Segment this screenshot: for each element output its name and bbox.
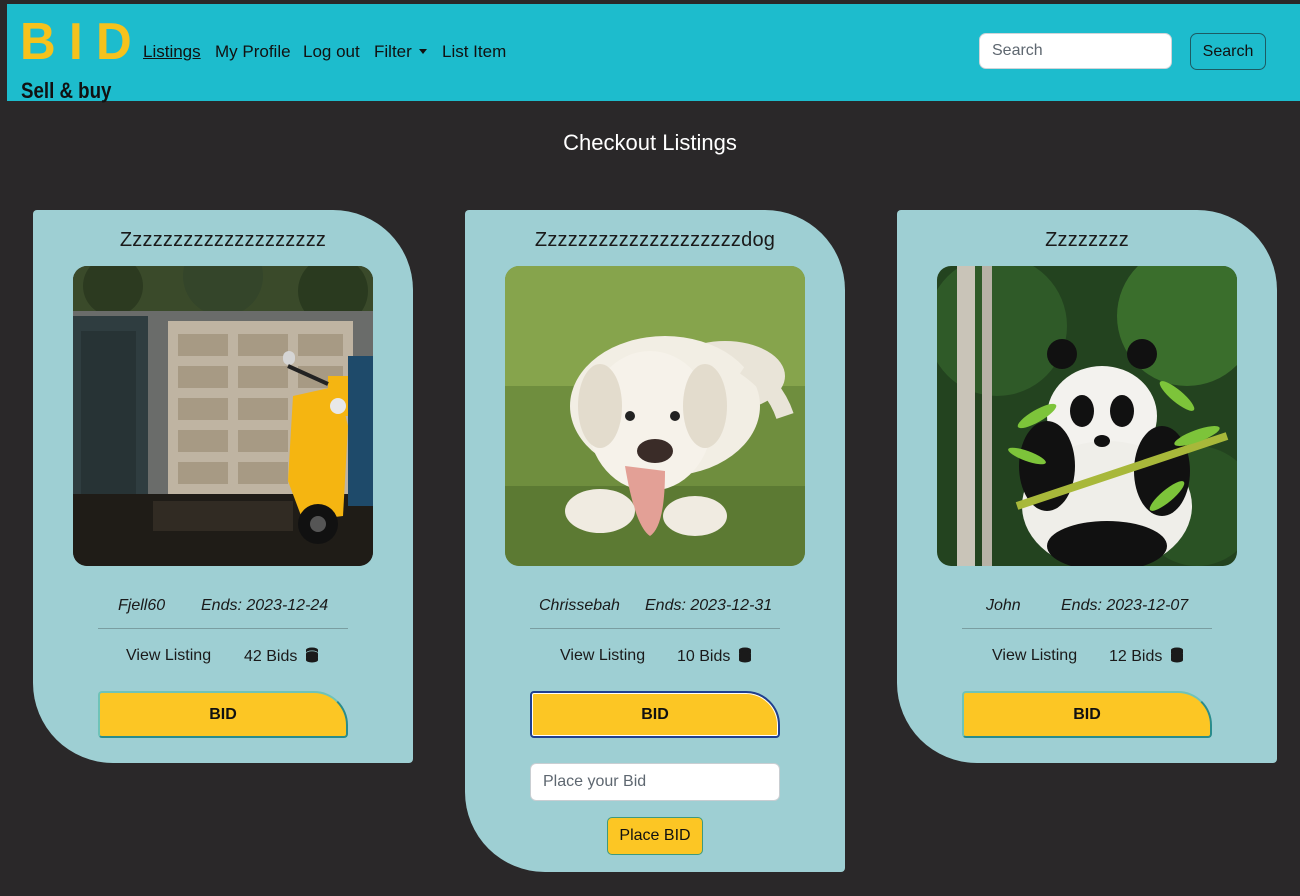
listing-end-date: Ends: 2023-12-24	[201, 597, 329, 614]
nav-list-item[interactable]: List Item	[442, 42, 506, 62]
bid-count: 10 Bids	[677, 647, 752, 668]
panda-image	[937, 266, 1237, 566]
bid-amount-input[interactable]	[530, 763, 780, 801]
divider	[530, 628, 780, 629]
listing-seller: Fjell60	[118, 597, 166, 614]
divider	[98, 628, 348, 629]
listing-card: Zzzzzzzz John Ends: 2023-12-07 View List…	[897, 210, 1277, 763]
page-title: Checkout Listings	[563, 130, 737, 155]
bid-button[interactable]: BID	[962, 691, 1212, 738]
coins-icon	[1170, 647, 1184, 668]
bid-count-label: 42 Bids	[244, 648, 298, 665]
coins-icon	[305, 647, 319, 668]
listing-image[interactable]	[937, 266, 1237, 566]
bid-button[interactable]: BID	[530, 691, 780, 738]
nav-log-out[interactable]: Log out	[303, 42, 360, 62]
listing-title: Zzzzzzzz	[1045, 229, 1129, 251]
listing-image[interactable]	[505, 266, 805, 566]
listing-card: Zzzzzzzzzzzzzzzzzzzzdog Chrissebah Ends:…	[465, 210, 845, 872]
listing-seller: John	[986, 597, 1021, 614]
bid-count-label: 10 Bids	[677, 648, 731, 665]
logo-tagline: Sell & buy	[21, 78, 112, 103]
navbar: BID Sell & buy Listings My Profile Log o…	[7, 4, 1300, 102]
listing-end-date: Ends: 2023-12-31	[645, 597, 773, 614]
bid-count: 42 Bids	[244, 647, 319, 668]
bid-button[interactable]: BID	[98, 691, 348, 738]
logo-text: BID	[20, 13, 145, 71]
bid-count: 12 Bids	[1109, 647, 1184, 668]
brand-logo[interactable]: BID Sell & buy	[20, 13, 145, 102]
search-button[interactable]: Search	[1190, 33, 1266, 70]
search-input[interactable]	[979, 33, 1172, 69]
caret-down-icon	[418, 49, 427, 54]
view-listing-link[interactable]: View Listing	[992, 647, 1077, 665]
nav-filter-label: Filter	[374, 42, 412, 61]
listing-title: Zzzzzzzzzzzzzzzzzzzz	[119, 229, 327, 251]
listing-title: Zzzzzzzzzzzzzzzzzzzzdog	[534, 229, 776, 251]
view-listing-link[interactable]: View Listing	[560, 647, 645, 665]
listing-seller: Chrissebah	[539, 597, 620, 614]
divider	[962, 628, 1212, 629]
listing-image[interactable]	[73, 266, 373, 566]
dog-image	[505, 266, 805, 566]
bid-count-label: 12 Bids	[1109, 648, 1163, 665]
listing-end-date: Ends: 2023-12-07	[1061, 597, 1189, 614]
listing-card: Zzzzzzzzzzzzzzzzzzzz Fjell60 Ends: 2023-…	[33, 210, 413, 763]
scooter-image	[73, 266, 373, 566]
nav-filter-dropdown[interactable]: Filter	[374, 42, 427, 62]
nav-my-profile[interactable]: My Profile	[215, 42, 291, 62]
view-listing-link[interactable]: View Listing	[126, 647, 211, 665]
coins-icon	[738, 647, 752, 668]
place-bid-button[interactable]: Place BID	[607, 817, 703, 855]
nav-listings[interactable]: Listings	[143, 42, 201, 62]
